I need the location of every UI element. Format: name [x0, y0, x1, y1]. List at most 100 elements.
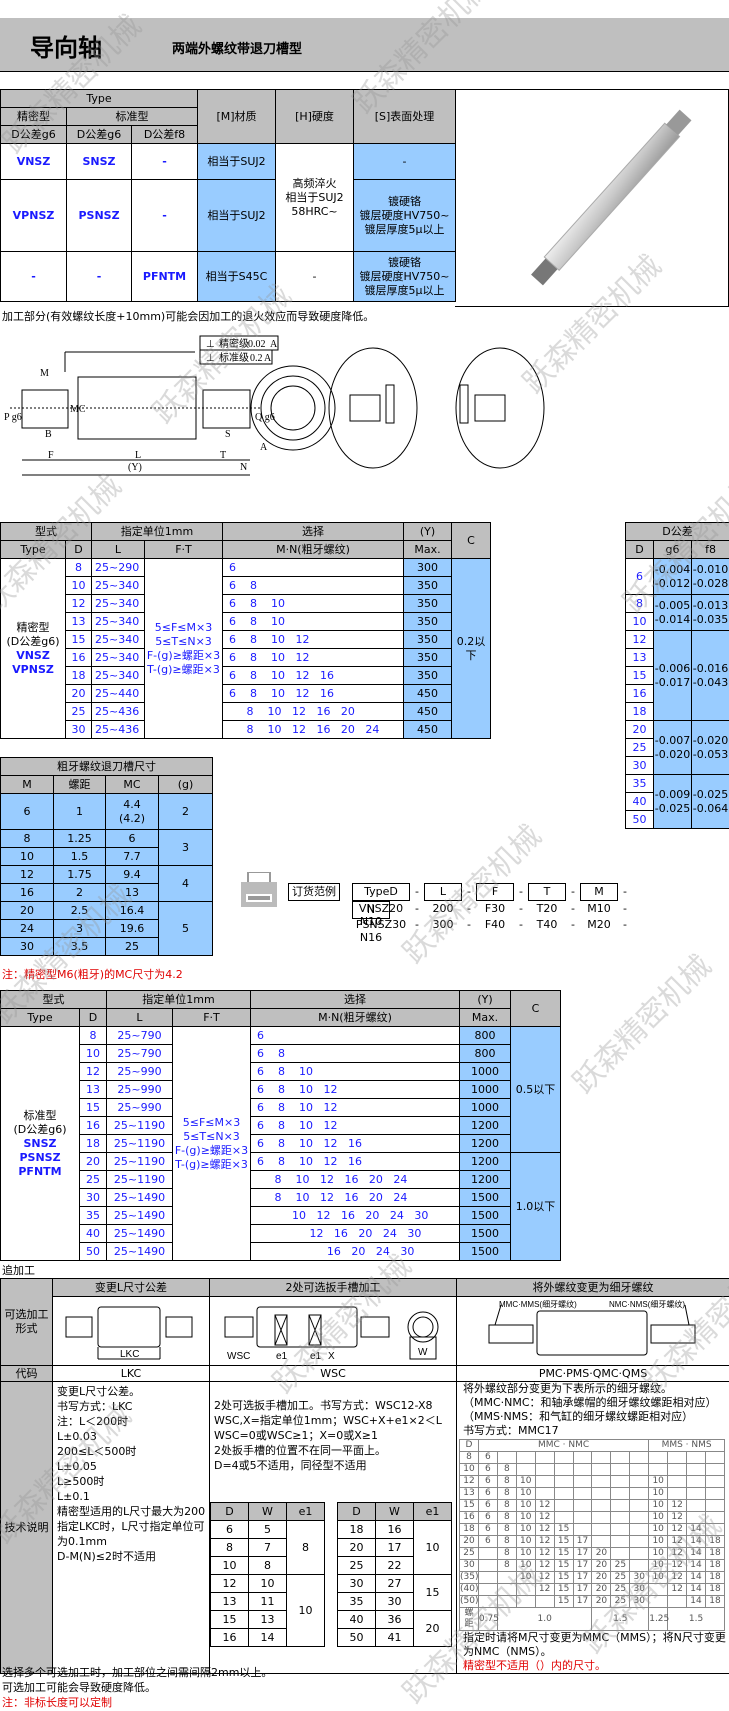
- cell: 20: [79, 1152, 107, 1171]
- cell: 8: [496, 1547, 517, 1560]
- cell: 350: [403, 630, 452, 649]
- cell: 6 8 10: [222, 612, 404, 631]
- cell: 1500: [459, 1206, 511, 1225]
- cell: 10: [515, 1559, 536, 1572]
- part-number-link[interactable]: VNSZ: [0, 143, 67, 180]
- cell: 2: [158, 793, 213, 830]
- order-example-label: 订货范例: [288, 883, 340, 901]
- fine-thread-table: D MMC · NMC MMS · NMS 8 6 10 6 8 12 6 8 10 10 13 6 8 10 1…: [459, 1439, 726, 1631]
- table-row: 40 36 20: [337, 1610, 452, 1647]
- cell: 16: [375, 1520, 414, 1539]
- cell: 18: [459, 1523, 479, 1536]
- cell: 12: [667, 1559, 688, 1572]
- cell: 1500: [459, 1188, 511, 1207]
- wsc-figure: WSC e1 e1 X W: [209, 1296, 457, 1366]
- cell: 8: [286, 1520, 325, 1575]
- table-row: 15 25~990 6 8 10 12 1000: [1, 1098, 561, 1117]
- desc-line: 注：L＜200时: [57, 1415, 129, 1428]
- cell: 9.4: [105, 865, 159, 884]
- cell: 35: [79, 1206, 107, 1225]
- desc-line: 书写方式：LKC: [57, 1400, 133, 1413]
- cell: 1000: [459, 1098, 511, 1117]
- cell: 36: [375, 1610, 414, 1629]
- cell: 10: [648, 1475, 669, 1488]
- cell: 10: [210, 1556, 249, 1575]
- cell: 16: [625, 684, 654, 703]
- cell: 1500: [459, 1242, 511, 1261]
- cell: 13: [625, 648, 654, 667]
- col-header: C: [451, 522, 491, 559]
- cell: 17: [572, 1583, 593, 1596]
- cell: 30: [629, 1571, 650, 1584]
- cell: 8 10 12 16 20: [222, 702, 404, 721]
- cell: 15: [553, 1583, 574, 1596]
- cell: 14: [686, 1559, 706, 1572]
- col-header: 指定单位1mm: [91, 522, 223, 541]
- cell: 25~990: [106, 1098, 173, 1117]
- cell: 12: [0, 865, 54, 884]
- cell: 18: [704, 1595, 726, 1608]
- cell: 18: [704, 1535, 726, 1548]
- cell: 14: [686, 1547, 706, 1560]
- cell: 25~790: [106, 1026, 173, 1045]
- perpendicularity-icon: ⊥: [206, 353, 215, 364]
- part-number-link[interactable]: PFNTM: [130, 251, 199, 302]
- datum-label: A: [264, 353, 272, 364]
- col-header: Type: [0, 1008, 80, 1027]
- col-header: MC: [105, 775, 159, 794]
- fig-label: MMC·MMS(细牙螺纹): [499, 1299, 577, 1309]
- fig-label: e1: [310, 1351, 322, 1361]
- table-row: 25 8 10 12 15 17 20 10 12 14 18: [459, 1547, 726, 1560]
- cell: [704, 1499, 726, 1512]
- cell: 2: [53, 883, 106, 902]
- part-number-link[interactable]: PSNSZ: [66, 179, 132, 252]
- material-cell: 相当于SUJ2: [197, 143, 277, 180]
- table-title: D公差: [624, 522, 729, 541]
- cell: 8: [496, 1487, 517, 1500]
- col-header: (g): [158, 775, 213, 794]
- desc-line: 200≤L＜500时: [57, 1445, 137, 1458]
- cell: 22: [375, 1556, 414, 1575]
- cell: 14: [686, 1583, 706, 1596]
- part-number-link[interactable]: SNSZ: [66, 143, 132, 180]
- page-subtitle: 两端外螺纹带退刀槽型: [172, 42, 303, 57]
- cell: 17: [572, 1547, 593, 1560]
- tolerance-frame: ⊥ 精密级 0.02 A ⊥ 标准级 0.2 A: [199, 335, 279, 365]
- order-value: -: [467, 885, 471, 898]
- footer-note: 注：非标长度可以定制: [2, 1696, 112, 1709]
- cell: [553, 1487, 574, 1500]
- cell: 10: [286, 1574, 325, 1647]
- col-header: D: [337, 1502, 376, 1521]
- c-cell: 0.5以下: [510, 1026, 561, 1153]
- cell: 16: [79, 1116, 107, 1135]
- product-photo: [455, 89, 729, 307]
- cell: 20: [65, 684, 92, 703]
- part-number-link[interactable]: VPNSZ: [0, 179, 67, 252]
- cell: -0.006 -0.017: [653, 630, 692, 721]
- cell: [610, 1547, 631, 1560]
- cell: 40: [337, 1610, 376, 1629]
- cell: 30: [65, 720, 92, 739]
- cell: 12: [534, 1559, 555, 1572]
- type-header: Type: [0, 89, 199, 108]
- order-value: -: [519, 902, 523, 915]
- table-row: 15 25~340 6 8 10 12 350: [1, 630, 491, 649]
- cell: [553, 1451, 574, 1464]
- desc-line: L±0.03: [57, 1430, 97, 1443]
- cell: 25~340: [91, 576, 145, 595]
- cell: [477, 1547, 498, 1560]
- cell: 35: [625, 774, 654, 793]
- cell: 25~340: [91, 648, 145, 667]
- cell: 12: [667, 1547, 688, 1560]
- cell: [515, 1583, 536, 1596]
- hardness-header: [H]硬度: [275, 89, 355, 144]
- col-header: W: [248, 1502, 287, 1521]
- cell: 15: [625, 666, 654, 685]
- order-field-header: L: [424, 883, 462, 901]
- order-value: VNSZ20: [358, 902, 404, 915]
- cell: [572, 1499, 593, 1512]
- cell: 16.4: [105, 901, 159, 920]
- order-value: M10: [587, 902, 611, 915]
- col-header: 将外螺纹变更为细牙螺纹: [456, 1278, 729, 1297]
- cell: 13: [105, 883, 159, 902]
